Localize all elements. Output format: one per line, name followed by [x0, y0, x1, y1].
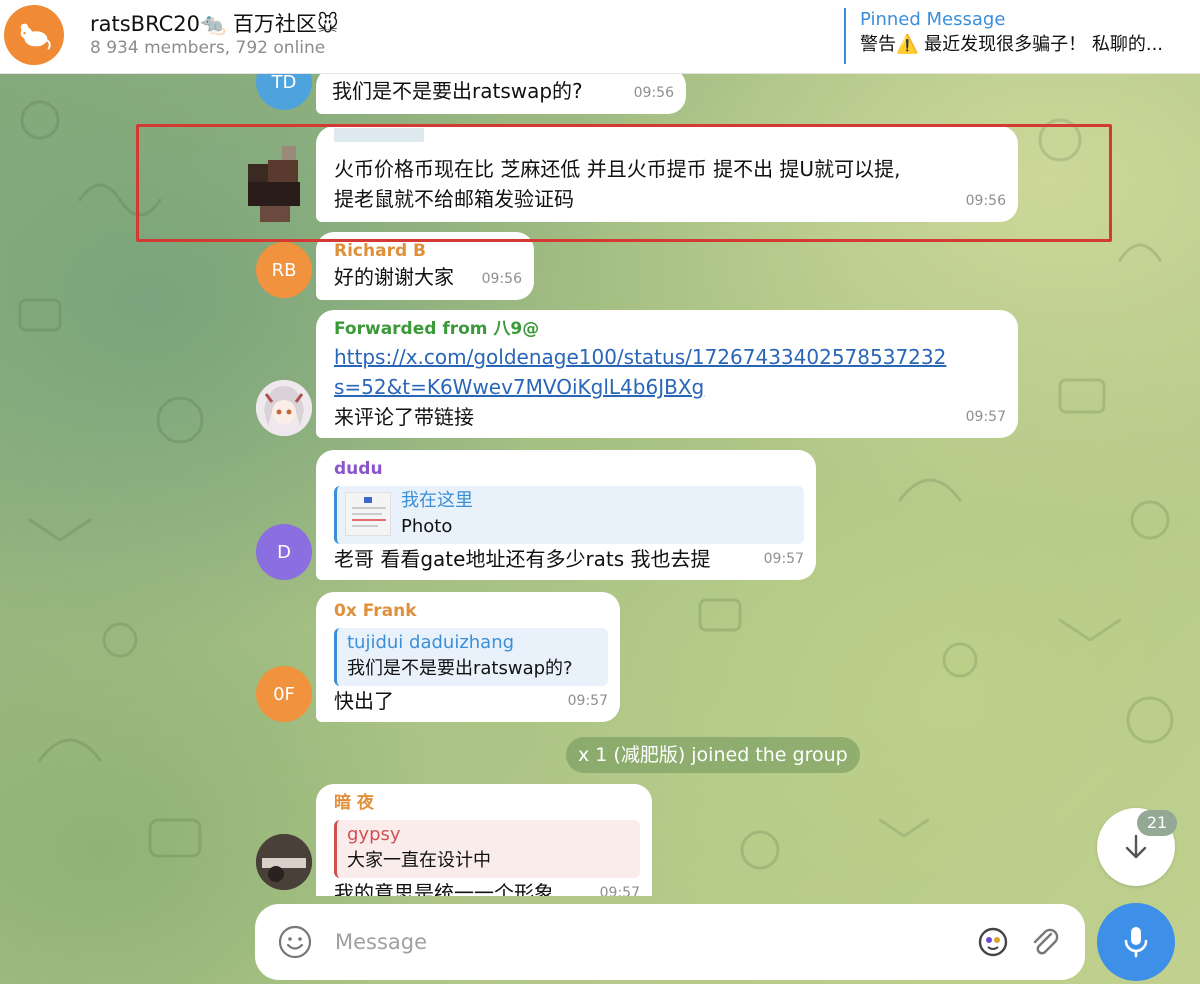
message-composer	[255, 904, 1085, 980]
reply-sender: gypsy	[347, 824, 401, 845]
message-bubble-forwarded[interactable]: Forwarded from 八9@ https://x.com/goldena…	[316, 310, 1018, 438]
message-text: 来评论了带链接	[334, 405, 474, 429]
photo-avatar-icon	[256, 834, 312, 890]
reply-quote[interactable]: tujidui daduizhang 我们是不是要出ratswap的?	[334, 628, 608, 686]
sender-name[interactable]: dudu	[334, 458, 383, 480]
arrow-down-icon	[1125, 834, 1147, 859]
unread-count-badge: 21	[1137, 810, 1177, 836]
pinned-message-text: 警告⚠️ 最近发现很多骗子！ 私聊的...	[860, 34, 1164, 55]
reply-quote[interactable]: 我在这里 Photo	[334, 486, 804, 544]
message-time: 09:57	[567, 693, 608, 709]
anime-avatar-icon	[256, 380, 312, 436]
photo-thumbnail	[345, 492, 391, 536]
reply-quote[interactable]: gypsy 大家一直在设计中	[334, 820, 640, 878]
message-text: 我的意思是统一一个形象	[334, 881, 554, 896]
message-bubble[interactable]: 我们是不是要出ratswap的? 09:56	[316, 68, 686, 114]
sticker-icon	[978, 927, 1008, 957]
reply-sender: tujidui daduizhang	[347, 632, 515, 653]
message-text: 我们是不是要出ratswap的?	[332, 79, 583, 103]
rat-icon	[20, 23, 51, 50]
message-text: 老哥 看看gate地址还有多少rats 我也去提	[334, 547, 711, 571]
paperclip-icon	[1033, 928, 1059, 955]
pinned-message-title: Pinned Message	[860, 9, 1006, 30]
message-link-line2[interactable]: s=52&t=K6Wwev7MVOiKglL4b6JBXg	[334, 372, 704, 402]
message-bubble[interactable]: 暗 夜 gypsy 大家一直在设计中 我的意思是统一一个形象 09:57	[316, 784, 652, 896]
sender-name[interactable]: Richard B	[334, 240, 426, 262]
group-avatar[interactable]	[4, 5, 64, 65]
voice-record-button[interactable]	[1097, 903, 1175, 981]
reply-text: Photo	[401, 516, 453, 537]
avatar-d[interactable]: D	[256, 524, 312, 580]
message-bubble-clip: 暗 夜 gypsy 大家一直在设计中 我的意思是统一一个形象 09:57	[316, 784, 652, 896]
message-text: 快出了	[334, 689, 394, 713]
message-bubble[interactable]: 0x Frank tujidui daduizhang 我们是不是要出ratsw…	[316, 592, 620, 722]
reply-text: 我们是不是要出ratswap的?	[347, 658, 573, 679]
reply-sender: 我在这里	[401, 490, 473, 511]
service-message: x 1 (减肥版) joined the group	[566, 737, 860, 773]
group-member-count: 8 934 members, 792 online	[90, 38, 326, 58]
sender-name[interactable]: 暗 夜	[334, 792, 374, 814]
message-text: 好的谢谢大家	[334, 265, 454, 289]
microphone-icon	[1124, 927, 1148, 958]
sender-name[interactable]: 0x Frank	[334, 600, 417, 622]
message-bubble[interactable]: Richard B 好的谢谢大家 09:56	[316, 232, 534, 300]
message-bubble[interactable]: dudu 我在这里 Photo 老哥 看看gate地址还有多少rats 我也去提…	[316, 450, 816, 580]
message-time: 09:56	[633, 85, 674, 101]
avatar-rb[interactable]: RB	[256, 242, 312, 298]
attach-button[interactable]	[1027, 924, 1063, 960]
avatar-anime[interactable]	[256, 380, 312, 436]
sticker-button[interactable]	[975, 924, 1011, 960]
message-time: 09:57	[965, 409, 1006, 425]
reply-text: 大家一直在设计中	[347, 850, 491, 871]
message-input[interactable]	[335, 922, 935, 962]
avatar-0f[interactable]: 0F	[256, 666, 312, 722]
emoji-button[interactable]	[277, 924, 313, 960]
message-link-line1[interactable]: https://x.com/goldenage100/status/172674…	[334, 342, 946, 372]
group-title[interactable]: ratsBRC20🐀 百万社区🐭	[90, 8, 339, 38]
forwarded-from[interactable]: Forwarded from 八9@	[334, 318, 539, 340]
emoji-icon	[278, 925, 312, 959]
message-time: 09:56	[481, 271, 522, 287]
highlight-box	[136, 124, 1112, 242]
message-time: 09:57	[763, 551, 804, 567]
pinned-message-bar[interactable]: Pinned Message 警告⚠️ 最近发现很多骗子！ 私聊的...	[844, 8, 1200, 64]
chat-header: ratsBRC20🐀 百万社区🐭 8 934 members, 792 onli…	[0, 0, 1200, 74]
avatar-photo[interactable]	[256, 834, 312, 890]
message-time: 09:57	[599, 885, 640, 896]
